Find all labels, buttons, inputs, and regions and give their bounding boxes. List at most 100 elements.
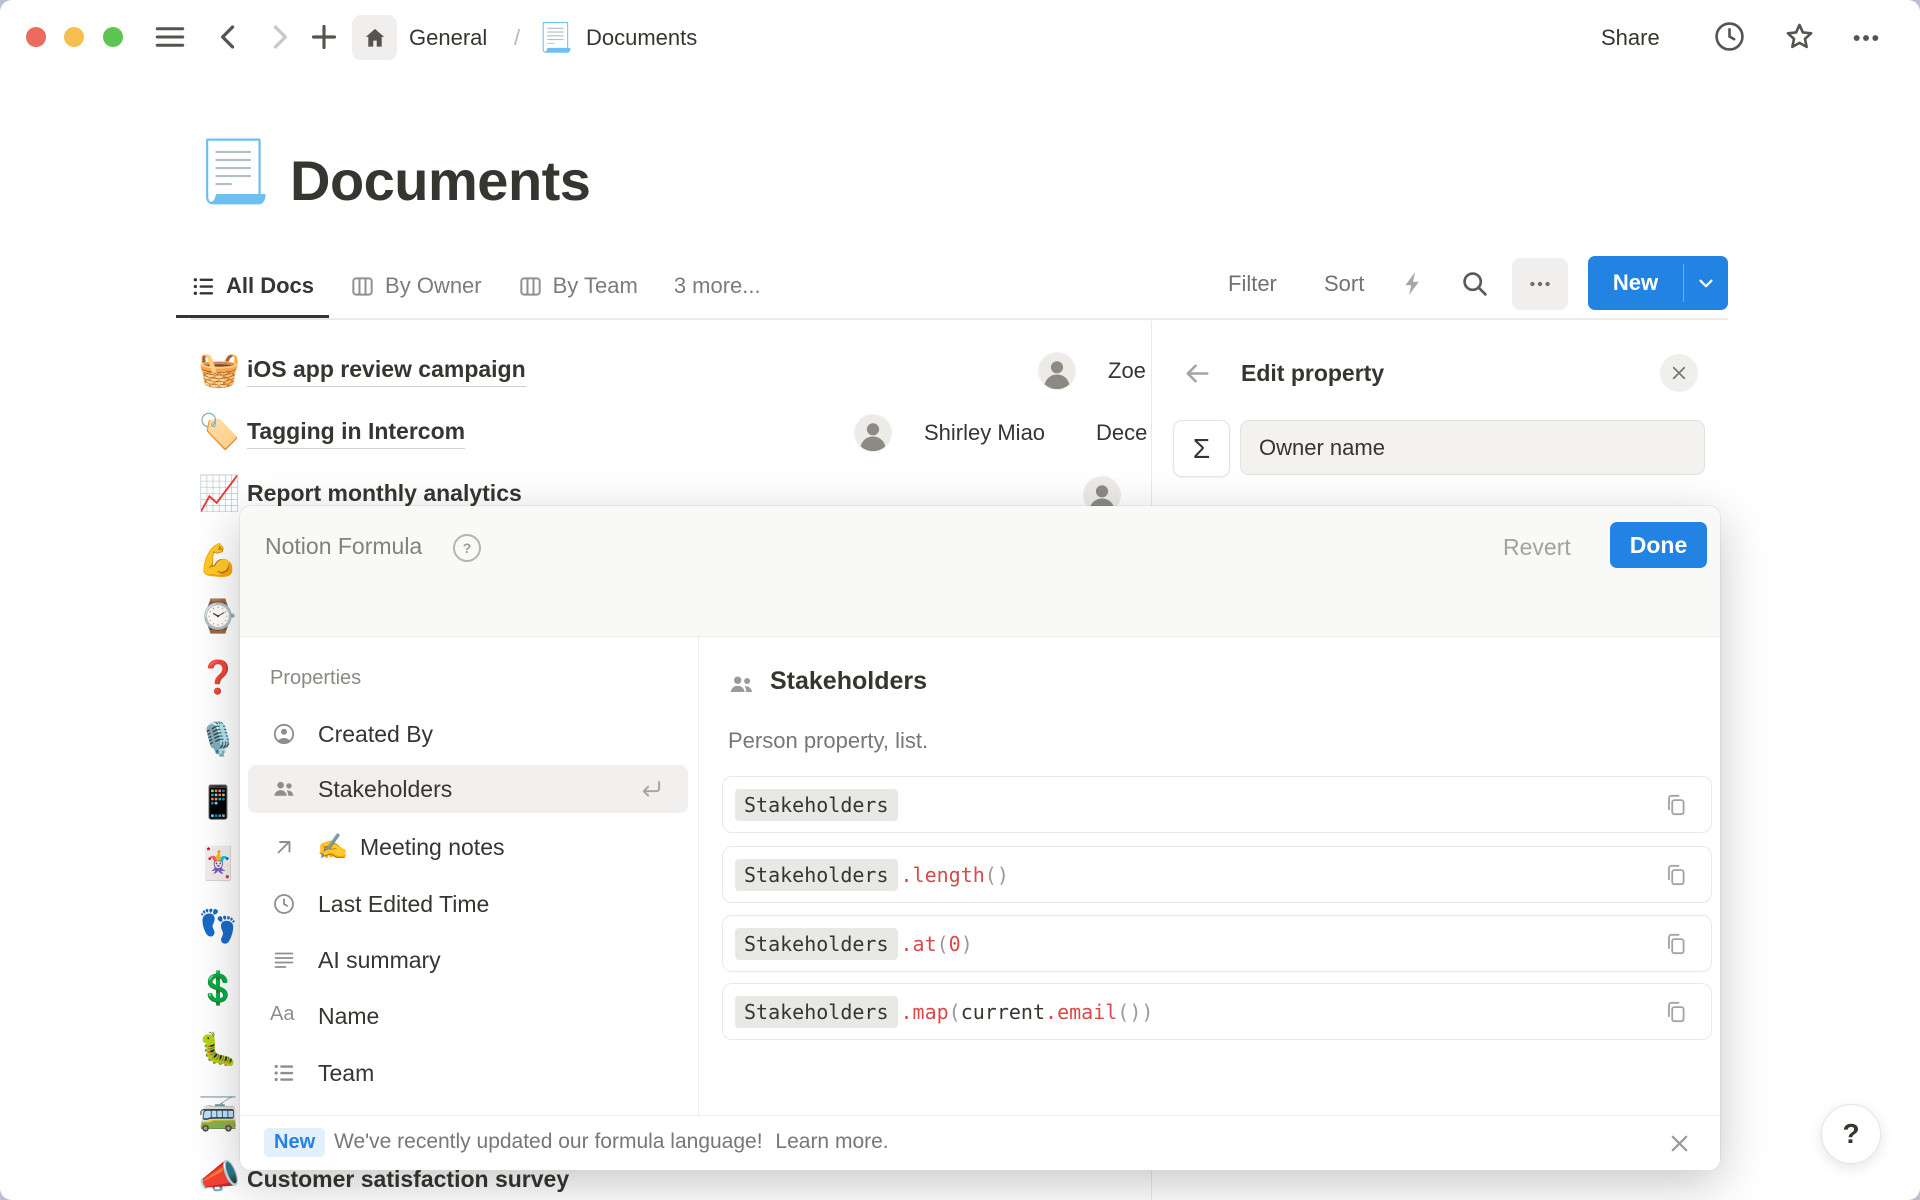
minimize-window-button[interactable] — [64, 27, 84, 47]
person-name: Zoe — [1108, 358, 1152, 384]
forward-nav-icon[interactable] — [262, 20, 296, 54]
row-title[interactable]: Tagging in Intercom — [247, 418, 465, 449]
person-name: Shirley Miao — [924, 420, 1084, 446]
code-token: ) — [961, 932, 973, 956]
formula-example-card[interactable]: Stakeholders.map(current.email()) — [722, 983, 1712, 1040]
favorite-star-icon[interactable] — [1783, 20, 1816, 53]
formula-code: Stakeholders.map(current.email()) — [735, 996, 1153, 1028]
code-token: current — [961, 1000, 1045, 1024]
property-item-last-edited-time[interactable]: Last Edited Time — [248, 880, 688, 928]
tab-by-team[interactable]: By Team — [503, 257, 653, 318]
property-name-input[interactable] — [1240, 420, 1705, 475]
more-options-icon[interactable] — [1850, 22, 1882, 54]
row-title[interactable]: Customer satisfaction survey — [247, 1166, 569, 1193]
formula-example-card[interactable]: Stakeholders.length() — [722, 846, 1712, 903]
close-window-button[interactable] — [26, 27, 46, 47]
history-clock-icon[interactable] — [1713, 20, 1746, 53]
formula-editor-popup: Notion Formula ? Revert Done Properties … — [240, 506, 1720, 1169]
formula-example-card[interactable]: Stakeholders.at(0) — [722, 915, 1712, 972]
new-button[interactable]: New — [1588, 256, 1683, 310]
copy-icon[interactable] — [1663, 792, 1689, 818]
code-token: 0 — [949, 932, 961, 956]
row-icon[interactable]: 🐛 — [198, 1033, 238, 1065]
sidebar-menu-icon[interactable] — [152, 19, 188, 55]
notion-window: General / 📃 Documents Share 📃 Documents … — [0, 0, 1920, 1200]
tab-all-docs[interactable]: All Docs — [176, 257, 329, 318]
formula-help-icon[interactable]: ? — [453, 534, 481, 562]
arrow-up-right-icon — [272, 835, 296, 859]
row-icon: 📣 — [198, 1160, 240, 1194]
done-button[interactable]: Done — [1610, 522, 1707, 568]
new-badge: New — [264, 1128, 325, 1157]
row-icon[interactable]: 🚎 — [198, 1098, 238, 1130]
question-glyph: ? — [463, 540, 472, 556]
row-icon[interactable]: 🃏 — [198, 847, 238, 879]
tabs-divider — [191, 318, 1728, 320]
row-icon[interactable]: 💲 — [198, 972, 238, 1004]
sort-button[interactable]: Sort — [1324, 271, 1364, 297]
page-title[interactable]: Documents — [290, 148, 590, 213]
property-item-created-by[interactable]: Created By — [248, 710, 688, 758]
code-token: Stakeholders — [735, 789, 898, 821]
back-nav-icon[interactable] — [212, 20, 246, 54]
detail-title: Stakeholders — [770, 667, 927, 696]
page-icon[interactable]: 📃 — [196, 136, 271, 208]
banner-learn-more-link[interactable]: Learn more. — [775, 1130, 888, 1153]
zoom-window-button[interactable] — [103, 27, 123, 47]
copy-icon[interactable] — [1663, 862, 1689, 888]
formula-code: Stakeholders.at(0) — [735, 928, 973, 960]
new-dropdown-button[interactable] — [1684, 256, 1728, 310]
property-item-stakeholders[interactable]: Stakeholders — [248, 765, 688, 813]
properties-heading: Properties — [270, 667, 361, 690]
code-token: ( — [937, 932, 949, 956]
row-icon[interactable]: 💪 — [198, 544, 238, 576]
search-icon[interactable] — [1460, 269, 1489, 298]
detail-subtitle: Person property, list. — [728, 728, 928, 754]
avatar — [855, 415, 891, 451]
row-icon[interactable]: ❓ — [198, 661, 238, 693]
banner-close-icon[interactable] — [1668, 1132, 1691, 1155]
tab-label: 3 more... — [674, 273, 761, 299]
property-type-button[interactable]: Σ — [1173, 420, 1230, 477]
sigma-icon: Σ — [1193, 433, 1210, 465]
filter-button[interactable]: Filter — [1228, 271, 1277, 297]
banner-message: We've recently updated our formula langu… — [334, 1130, 889, 1154]
breadcrumb-root[interactable]: General — [409, 25, 487, 51]
text-lines-icon — [272, 948, 296, 972]
tab-label: By Team — [553, 273, 638, 299]
property-item-team[interactable]: Team — [248, 1049, 688, 1097]
person-icon — [272, 722, 296, 746]
help-glyph: ? — [1842, 1118, 1859, 1150]
row-title[interactable]: iOS app review campaign — [247, 356, 526, 387]
tab-by-owner[interactable]: By Owner — [335, 257, 497, 318]
row-icon[interactable]: 🎙️ — [198, 723, 238, 755]
breadcrumb-page[interactable]: Documents — [586, 25, 697, 51]
date-cell: Dece — [1096, 420, 1151, 446]
formula-editor-title: Notion Formula — [265, 533, 422, 560]
property-item-ai-summary[interactable]: AI summary — [248, 936, 688, 984]
back-arrow-icon[interactable] — [1182, 358, 1213, 389]
formula-example-card[interactable]: Stakeholders — [722, 776, 1712, 833]
help-button[interactable]: ? — [1821, 1104, 1881, 1164]
copy-icon[interactable] — [1663, 931, 1689, 957]
row-icon[interactable]: 👣 — [198, 910, 238, 942]
property-label: Team — [318, 1060, 374, 1087]
automation-bolt-icon[interactable] — [1400, 270, 1427, 297]
copy-icon[interactable] — [1663, 999, 1689, 1025]
revert-button[interactable]: Revert — [1503, 534, 1571, 561]
property-emoji: ✍️ — [317, 835, 348, 860]
row-icon[interactable]: ⌚ — [198, 600, 238, 632]
home-button[interactable] — [352, 15, 397, 60]
property-item-meeting-notes[interactable]: ✍️Meeting notes — [248, 823, 688, 871]
formula-code: Stakeholders.length() — [735, 859, 1009, 891]
tab-3-more-[interactable]: 3 more... — [659, 257, 776, 318]
return-key-icon — [638, 776, 664, 802]
view-options-icon[interactable] — [1512, 258, 1568, 310]
close-panel-button[interactable] — [1660, 354, 1698, 392]
new-tab-icon[interactable] — [306, 19, 342, 55]
row-icon[interactable]: 📱 — [198, 786, 238, 818]
code-token: .length — [901, 863, 985, 887]
property-label: Last Edited Time — [318, 891, 489, 918]
property-item-name[interactable]: AaName — [248, 992, 688, 1040]
share-button[interactable]: Share — [1601, 25, 1660, 51]
